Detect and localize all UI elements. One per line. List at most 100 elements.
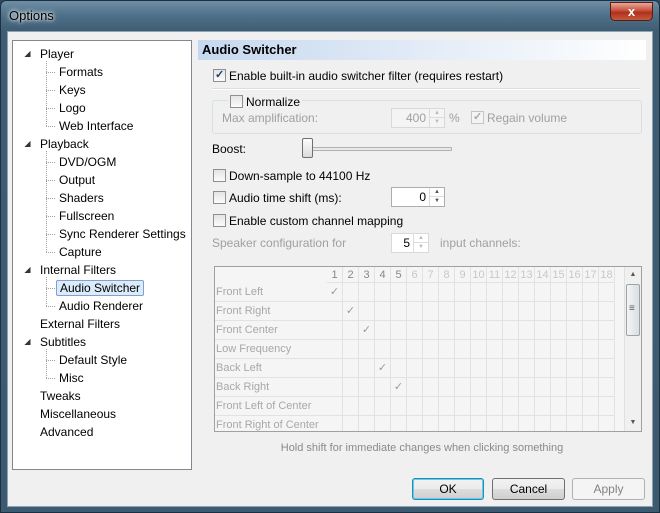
matrix-cell[interactable] (407, 378, 423, 397)
checkbox-box[interactable] (471, 111, 484, 124)
matrix-cell[interactable] (407, 302, 423, 321)
matrix-cell[interactable] (343, 340, 359, 359)
matrix-cell[interactable] (503, 302, 519, 321)
matrix-cell[interactable] (487, 302, 503, 321)
spin-up-icon[interactable]: ▲ (430, 109, 444, 118)
matrix-cell[interactable] (567, 283, 583, 302)
matrix-cell[interactable] (343, 321, 359, 340)
matrix-cell[interactable] (599, 397, 615, 416)
custom-channel-mapping-checkbox[interactable]: Enable custom channel mapping (213, 213, 403, 229)
matrix-cell[interactable] (503, 378, 519, 397)
matrix-cell[interactable] (519, 416, 535, 431)
scroll-thumb[interactable] (626, 284, 640, 336)
matrix-cell[interactable] (343, 378, 359, 397)
matrix-cell[interactable] (471, 416, 487, 431)
matrix-cell[interactable] (391, 359, 407, 378)
matrix-cell[interactable] (471, 340, 487, 359)
expand-triangle-icon[interactable]: ◢ (23, 265, 32, 274)
matrix-cell[interactable] (407, 397, 423, 416)
matrix-cell[interactable] (503, 340, 519, 359)
matrix-cell[interactable] (439, 416, 455, 431)
tree-item[interactable]: Web Interface (56, 117, 136, 135)
matrix-cell[interactable] (407, 283, 423, 302)
tree-item[interactable]: Audio Switcher (56, 279, 145, 297)
matrix-cell[interactable] (471, 378, 487, 397)
matrix-cell[interactable] (343, 416, 359, 431)
matrix-cell[interactable] (599, 359, 615, 378)
tree-item[interactable]: Tweaks (37, 387, 84, 405)
matrix-cell[interactable] (455, 283, 471, 302)
speaker-config-spinner[interactable]: 5 ▲ ▼ (391, 233, 429, 253)
tree-item[interactable]: Logo (56, 99, 89, 117)
matrix-cell[interactable] (327, 397, 343, 416)
matrix-cell[interactable] (455, 359, 471, 378)
matrix-cell[interactable]: ✓ (391, 378, 407, 397)
matrix-cell[interactable] (439, 302, 455, 321)
spin-up-icon[interactable]: ▲ (414, 234, 428, 243)
tree-item[interactable]: DVD/OGM (56, 153, 119, 171)
matrix-cell[interactable] (471, 302, 487, 321)
max-amplification-spinner[interactable]: 400 ▲ ▼ (391, 108, 445, 128)
matrix-cell[interactable] (503, 359, 519, 378)
tree-item[interactable]: Formats (56, 63, 106, 81)
matrix-cell[interactable] (439, 340, 455, 359)
matrix-cell[interactable] (567, 416, 583, 431)
checkbox-box[interactable] (213, 214, 226, 227)
title-bar[interactable]: Options x (1, 1, 659, 31)
matrix-cell[interactable] (599, 378, 615, 397)
matrix-cell[interactable] (599, 340, 615, 359)
matrix-cell[interactable] (551, 378, 567, 397)
spinner-buttons[interactable]: ▲ ▼ (413, 234, 428, 252)
matrix-cell[interactable] (519, 397, 535, 416)
matrix-cell[interactable] (535, 397, 551, 416)
enable-audio-switcher-checkbox[interactable]: Enable built-in audio switcher filter (r… (213, 68, 503, 84)
spin-down-icon[interactable]: ▼ (414, 243, 428, 252)
spin-down-icon[interactable]: ▼ (430, 197, 444, 206)
matrix-cell[interactable] (519, 340, 535, 359)
matrix-cell[interactable] (567, 378, 583, 397)
matrix-cell[interactable] (391, 302, 407, 321)
matrix-cell[interactable] (439, 378, 455, 397)
tree-item[interactable]: Fullscreen (56, 207, 117, 225)
matrix-cell[interactable] (455, 416, 471, 431)
boost-slider-thumb[interactable] (302, 138, 313, 158)
matrix-cell[interactable] (439, 359, 455, 378)
matrix-cell[interactable] (423, 302, 439, 321)
matrix-cell[interactable] (359, 302, 375, 321)
matrix-cell[interactable] (599, 283, 615, 302)
matrix-cell[interactable] (375, 321, 391, 340)
matrix-cell[interactable] (551, 397, 567, 416)
matrix-cell[interactable] (327, 378, 343, 397)
matrix-cell[interactable] (407, 321, 423, 340)
matrix-cell[interactable] (423, 321, 439, 340)
matrix-cell[interactable] (567, 321, 583, 340)
matrix-cell[interactable] (455, 321, 471, 340)
matrix-cell[interactable] (599, 302, 615, 321)
matrix-cell[interactable] (503, 397, 519, 416)
matrix-cell[interactable] (327, 321, 343, 340)
matrix-cell[interactable] (535, 321, 551, 340)
matrix-cell[interactable] (439, 283, 455, 302)
matrix-cell[interactable] (535, 283, 551, 302)
tree-item[interactable]: External Filters (37, 315, 123, 333)
matrix-cell[interactable] (567, 340, 583, 359)
matrix-cell[interactable] (551, 340, 567, 359)
tree-item[interactable]: Advanced (37, 423, 96, 441)
matrix-cell[interactable] (599, 321, 615, 340)
expand-triangle-icon[interactable]: ◢ (23, 139, 32, 148)
matrix-cell[interactable] (359, 359, 375, 378)
matrix-cell[interactable] (519, 283, 535, 302)
matrix-cell[interactable] (519, 302, 535, 321)
matrix-cell[interactable] (503, 283, 519, 302)
tree-item[interactable]: Default Style (56, 351, 130, 369)
matrix-cell[interactable] (583, 302, 599, 321)
downsample-checkbox[interactable]: Down-sample to 44100 Hz (213, 168, 370, 184)
scroll-up-icon[interactable]: ▲ (625, 267, 641, 283)
matrix-cell[interactable] (551, 321, 567, 340)
spin-up-icon[interactable]: ▲ (430, 188, 444, 197)
tree-item[interactable]: Shaders (56, 189, 107, 207)
spinner-buttons[interactable]: ▲ ▼ (429, 109, 444, 127)
matrix-cell[interactable] (455, 340, 471, 359)
matrix-cell[interactable] (407, 340, 423, 359)
matrix-cell[interactable] (471, 359, 487, 378)
